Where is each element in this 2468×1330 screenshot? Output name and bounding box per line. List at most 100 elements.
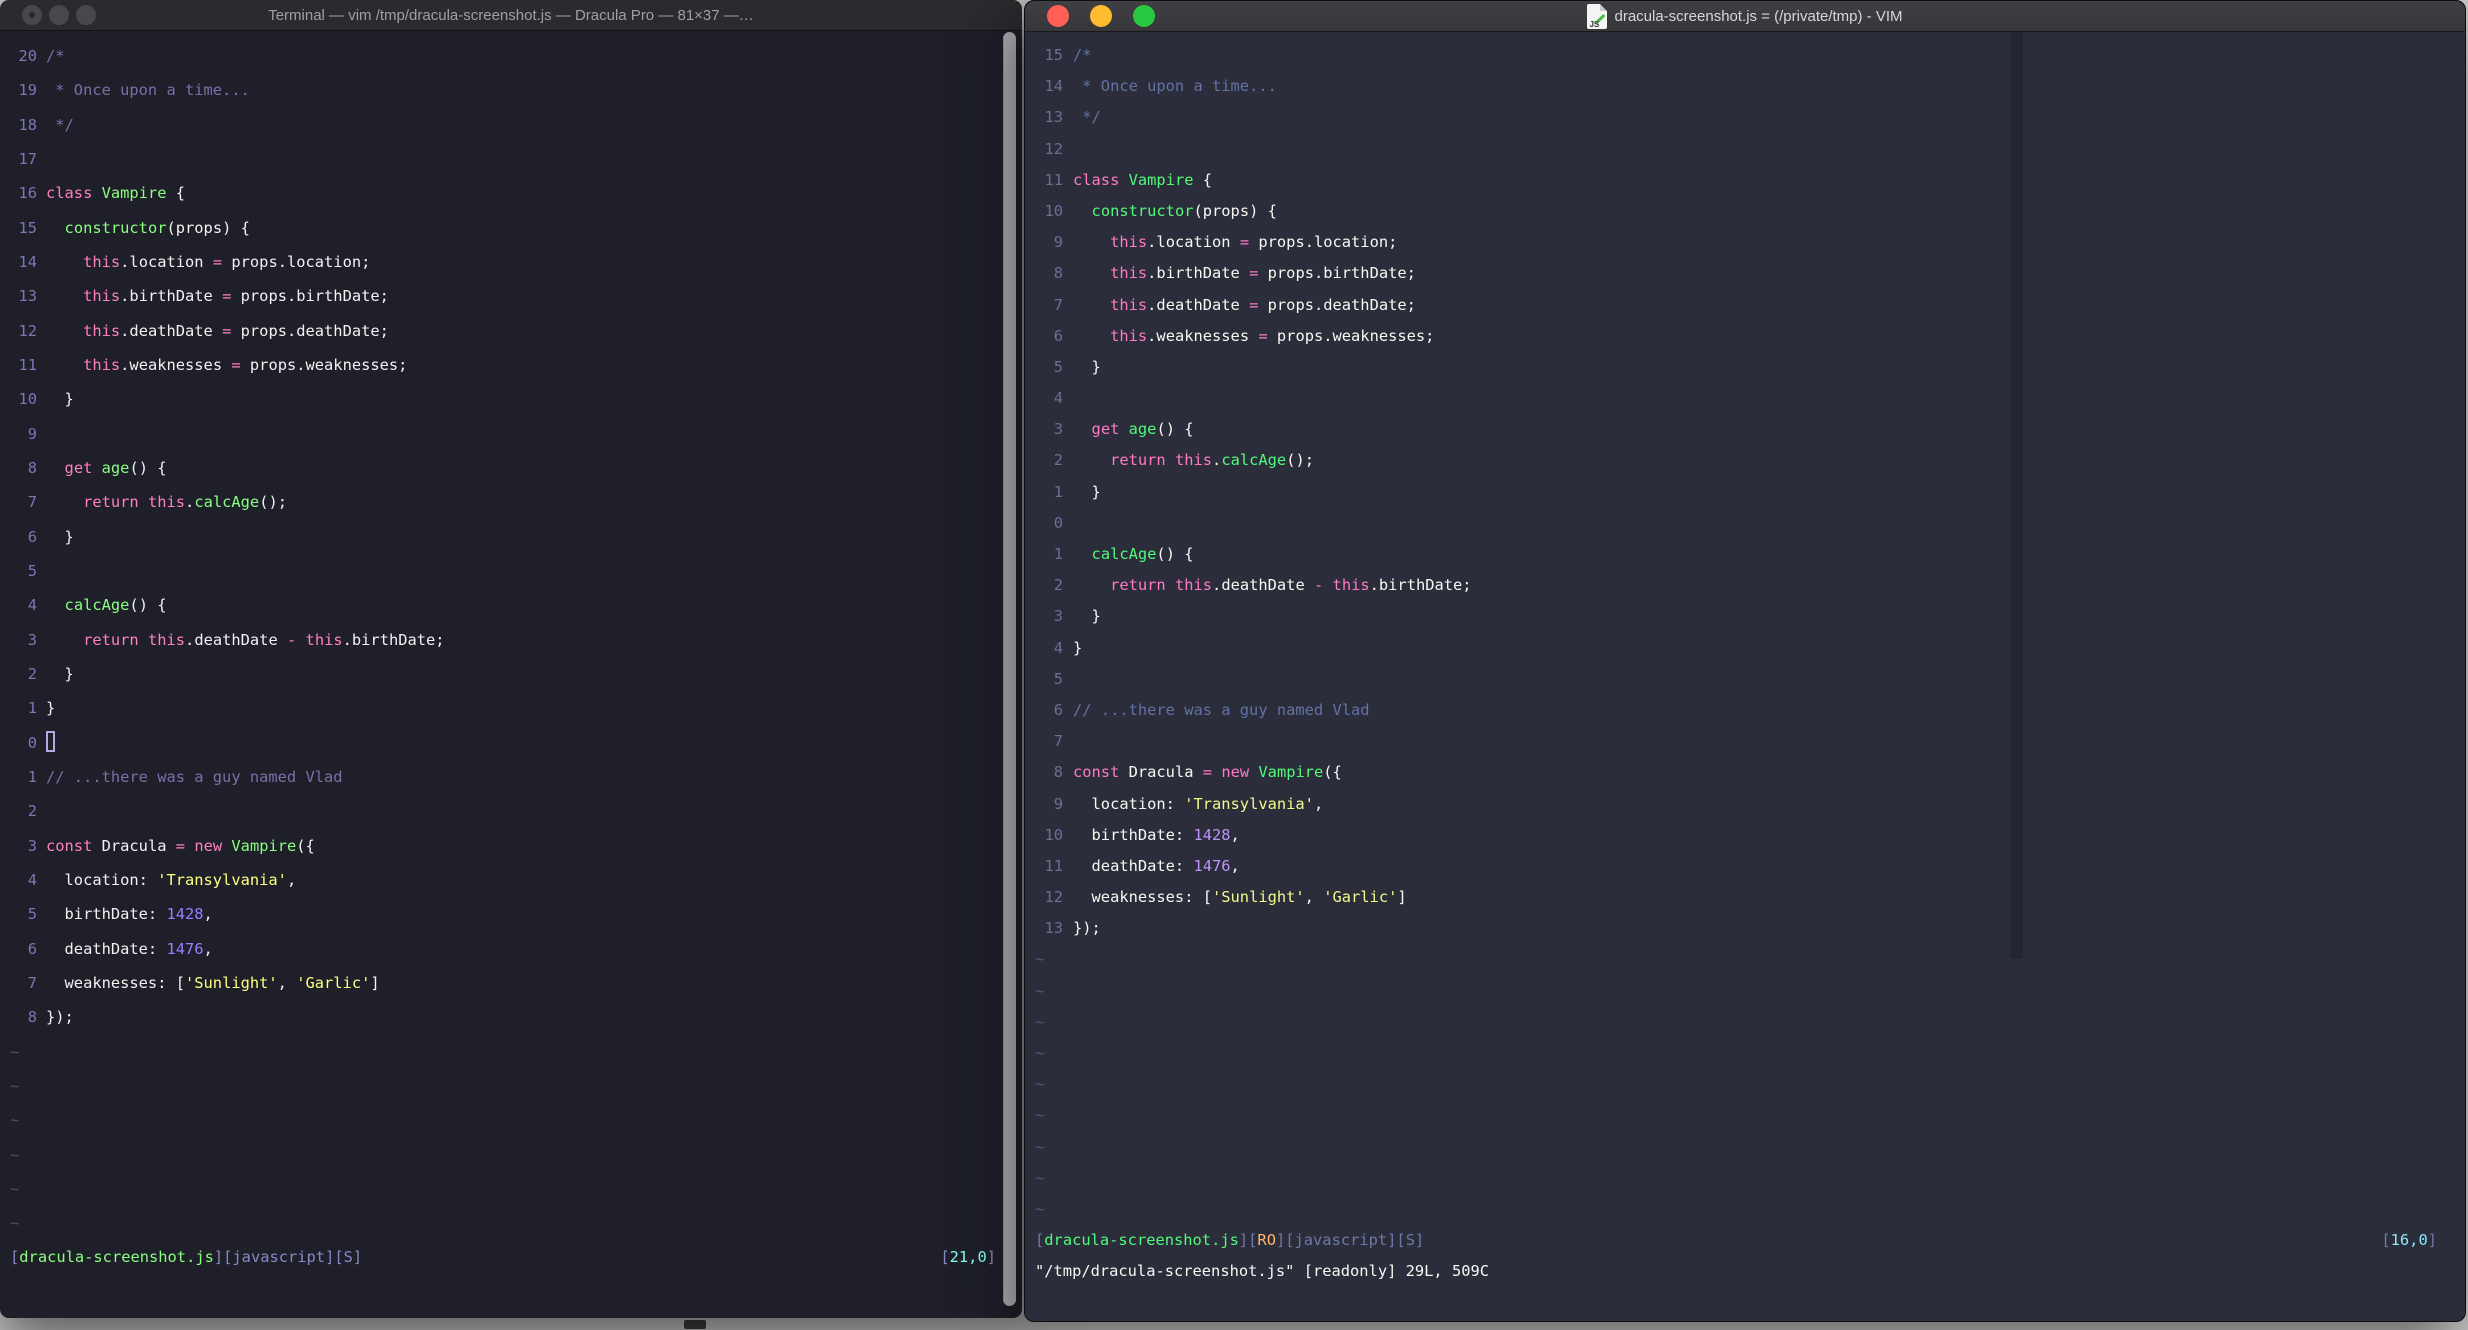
tilde-marker: ~	[1035, 1012, 1045, 1031]
line-number: 8	[1053, 264, 1063, 283]
tilde-line: ~	[1035, 976, 2465, 1007]
tilde-line: ~	[10, 1206, 1022, 1240]
line-number: 3	[1053, 607, 1063, 626]
code-token: age	[101, 458, 130, 477]
line-number: 5	[1053, 669, 1063, 688]
code-token: 'Sunlight'	[185, 973, 278, 992]
terminal-scrollbar[interactable]	[1003, 32, 1016, 1306]
code-token: props.birthDate;	[231, 287, 389, 306]
code-line: 7 weaknesses: ['Sunlight', 'Garlic']	[10, 966, 1022, 1000]
code-token: () {	[129, 596, 167, 615]
code-token: .location	[1147, 233, 1240, 252]
code-token: 1428	[1193, 825, 1231, 844]
code-token: age	[1128, 420, 1157, 439]
javascript-file-icon: JS	[1587, 3, 1608, 29]
code-token: () {	[1156, 545, 1194, 563]
line-number: 3	[1053, 420, 1063, 439]
line-number: 11	[18, 355, 37, 374]
code-token: class	[46, 184, 93, 203]
line-number: 8	[27, 1008, 37, 1027]
code-line: 1 // ...there was a guy named Vlad	[10, 760, 1022, 794]
code-token: return	[83, 493, 139, 512]
line-number: 1	[27, 699, 37, 718]
code-token: [	[2381, 1231, 2391, 1250]
macvim-titlebar[interactable]: JS dracula-screenshot.js = (/private/tmp…	[1025, 1, 2465, 32]
code-token: ,	[203, 939, 213, 958]
code-token: props.location;	[1249, 233, 1398, 252]
line-number: 7	[1053, 295, 1063, 314]
code-token: ,	[286, 870, 297, 889]
file-info-message: "/tmp/dracula-screenshot.js" [readonly] …	[1035, 1262, 1490, 1281]
line-number: 10	[18, 390, 37, 409]
code-token: =	[175, 836, 186, 855]
vim-command-line	[10, 1275, 1022, 1309]
line-number: 8	[1053, 763, 1063, 782]
tilde-line: ~	[10, 1069, 1022, 1103]
code-token: 'Garlic'	[296, 973, 371, 992]
code-token: deathDate:	[1073, 856, 1194, 875]
terminal-vim-buffer[interactable]: 20/* 19 * Once upon a time... 18 */17 16 cla…	[0, 31, 1022, 1309]
code-token: }	[46, 527, 74, 546]
vim-cursor	[46, 730, 55, 752]
code-line: 20 /*	[10, 39, 1022, 73]
line-number: 7	[1053, 732, 1063, 751]
vim-command-line: "/tmp/dracula-screenshot.js" [readonly] …	[1035, 1256, 2465, 1287]
line-number: 12	[18, 321, 37, 340]
code-token: }	[1073, 638, 1083, 657]
code-token: constructor	[64, 218, 167, 237]
code-token: .location	[120, 252, 213, 271]
code-line: 12 this.deathDate = props.deathDate;	[10, 314, 1022, 348]
close-button[interactable]	[1047, 5, 1069, 27]
code-token: new	[1221, 763, 1250, 782]
tilde-marker: ~	[1035, 950, 1045, 969]
statusline-file-info: [dracula-screenshot.js][javascript][S]	[10, 1240, 362, 1274]
code-token: const	[1073, 763, 1120, 782]
code-line: 1 }	[1035, 477, 2465, 508]
macvim-buffer[interactable]: 15/* 14 * Once upon a time... 13 */12 11 cla…	[1025, 32, 2465, 1288]
code-token: ,	[1313, 794, 1324, 813]
code-token: props.weaknesses;	[240, 355, 408, 374]
terminal-titlebar[interactable]: Terminal — vim /tmp/dracula-screenshot.j…	[0, 0, 1022, 31]
vim-statusline: [dracula-screenshot.js][RO][javascript][…	[1035, 1225, 2465, 1256]
close-button[interactable]	[22, 5, 42, 25]
minimize-button[interactable]	[1090, 5, 1112, 27]
statusline-cursor-position: [16,0]	[2381, 1225, 2437, 1256]
macvim-window: JS dracula-screenshot.js = (/private/tmp…	[1024, 0, 2466, 1322]
code-token: =	[222, 287, 232, 306]
code-line: 7 this.deathDate = props.deathDate;	[1035, 290, 2465, 321]
code-token: props.deathDate;	[1258, 295, 1416, 314]
code-token: new	[194, 836, 223, 855]
terminal-window-title: Terminal — vim /tmp/dracula-screenshot.j…	[268, 6, 754, 24]
line-number: 8	[27, 458, 37, 477]
code-token: calcAge	[64, 596, 130, 615]
code-token: ,	[203, 905, 213, 924]
code-token: this	[1110, 326, 1148, 345]
code-token: [	[940, 1248, 950, 1267]
code-line: 13});	[1035, 913, 2465, 944]
code-token: // ...there was a guy named Vlad	[46, 767, 343, 786]
line-number: 7	[27, 493, 37, 512]
zoom-button[interactable]	[76, 5, 96, 25]
line-number: 9	[1053, 794, 1063, 813]
statusline-file-info: [dracula-screenshot.js][RO][javascript][…	[1035, 1225, 1424, 1256]
line-number: 10	[1044, 201, 1063, 220]
code-token: /*	[46, 47, 65, 65]
desktop: Terminal — vim /tmp/dracula-screenshot.j…	[0, 0, 2468, 1330]
code-token: });	[1073, 919, 1101, 938]
code-line: 3 const Dracula = new Vampire({	[10, 829, 1022, 863]
background-window-fragment	[684, 1320, 706, 1329]
code-token: .birthDate	[120, 287, 223, 306]
zoom-button[interactable]	[1133, 5, 1155, 27]
minimize-button[interactable]	[49, 5, 69, 25]
code-token: this	[1110, 233, 1148, 252]
